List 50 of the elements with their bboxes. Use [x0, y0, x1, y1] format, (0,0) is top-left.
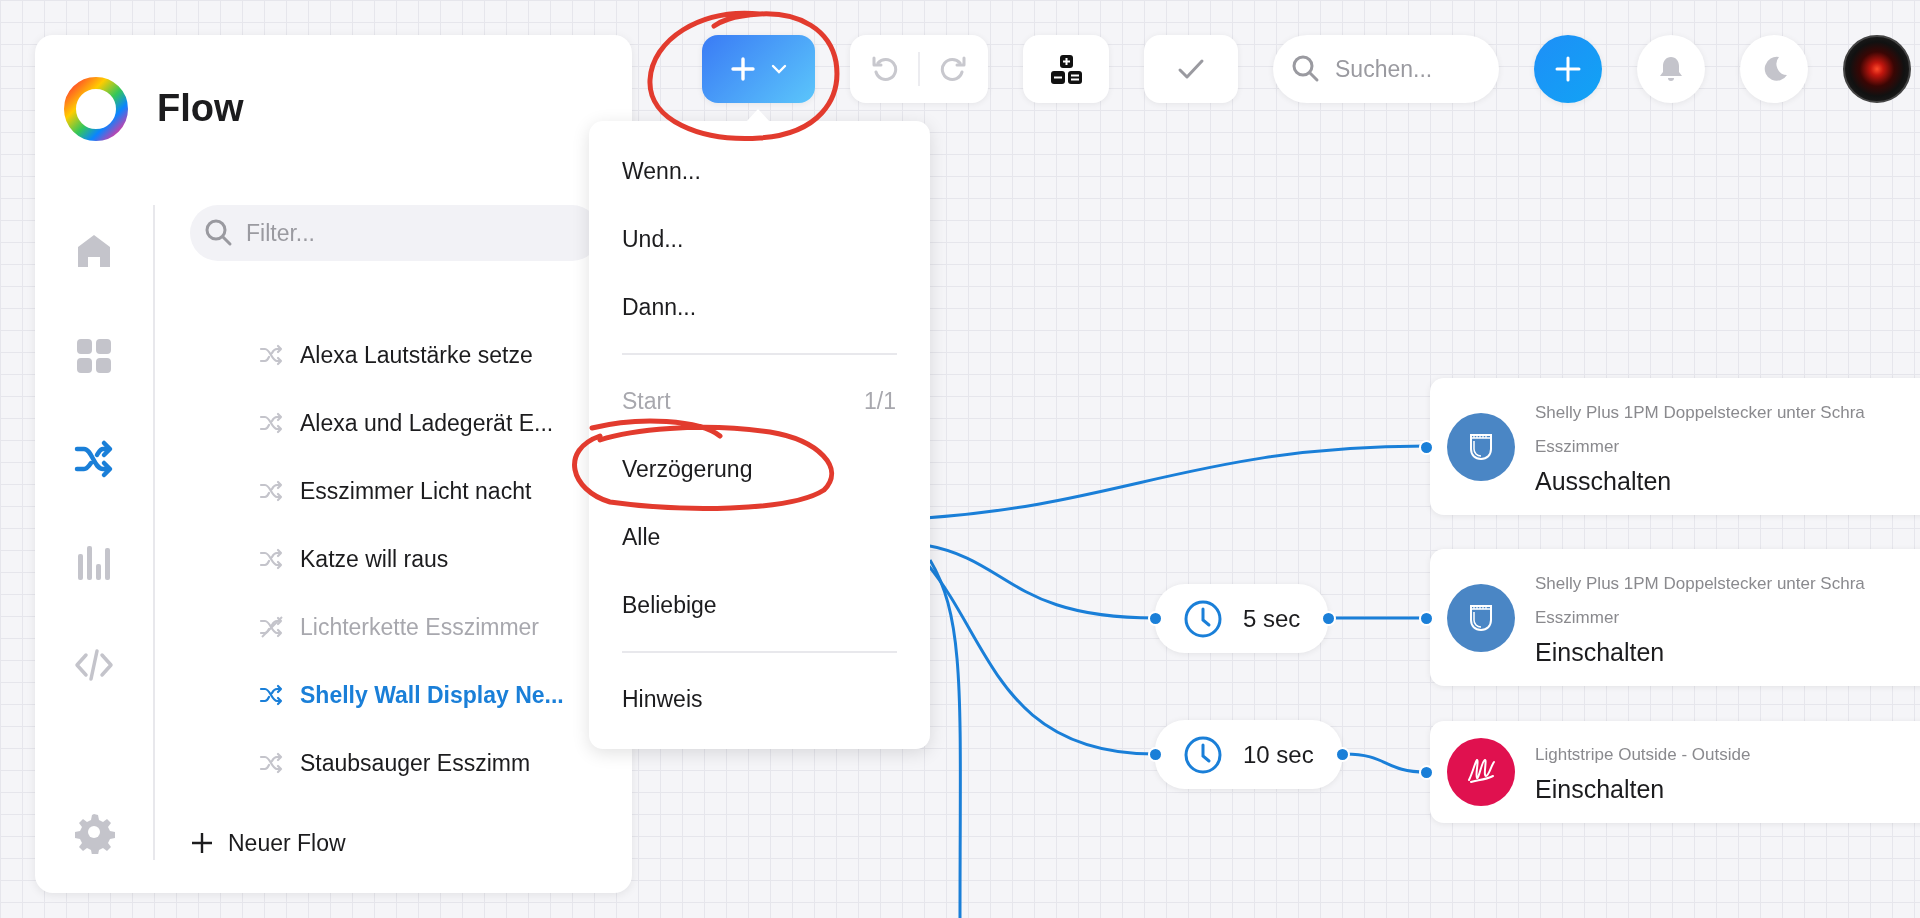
zone-name: Esszimmer [1535, 435, 1621, 458]
action-card[interactable]: Shelly Plus 1PM Doppelstecker unter Schra Esszimmer Ausschalten [1430, 378, 1920, 515]
action-card[interactable]: Lightstripe Outside - Outside Einschalten [1430, 721, 1920, 823]
logo-icon [62, 74, 130, 143]
flow-list-item[interactable]: Katze will raus [190, 525, 449, 593]
plus-icon [1554, 55, 1582, 83]
search-icon [204, 218, 234, 248]
delay-node[interactable]: 5 sec [1155, 584, 1329, 653]
new-flow-button[interactable]: Neuer Flow [190, 825, 632, 860]
menu-item[interactable]: Und... [622, 221, 684, 257]
redo-icon [940, 55, 968, 83]
menu-item[interactable]: Wenn... [622, 153, 701, 189]
device-name: Lightstripe Outside - Outside [1535, 744, 1751, 766]
add-dropdown-button[interactable] [702, 35, 815, 103]
undo-icon [870, 55, 898, 83]
bell-icon [1657, 54, 1685, 84]
action-label: Einschalten [1535, 774, 1666, 805]
menu-item: Start [622, 386, 671, 416]
delay-label: 5 sec [1243, 603, 1301, 634]
search-icon [1291, 54, 1321, 84]
menu-item[interactable]: Hinweis [622, 681, 703, 717]
menu-item[interactable]: Verzögerung [622, 451, 753, 487]
menu-item[interactable]: Dann... [622, 289, 697, 325]
menu-item-count: 1/1 [864, 386, 896, 416]
plus-icon [190, 830, 214, 855]
action-card[interactable]: Shelly Plus 1PM Doppelstecker unter Schra Esszimmer Einschalten [1430, 549, 1920, 686]
calculator-button[interactable] [1023, 35, 1109, 103]
flow-list-item[interactable]: Shelly Wall Display Ne... [190, 661, 564, 729]
clock-icon [1183, 734, 1223, 775]
app-title: Flow [157, 86, 244, 131]
clock-icon [1183, 598, 1223, 639]
action-label: Ausschalten [1535, 465, 1673, 497]
search-field[interactable]: Suchen... [1273, 35, 1499, 103]
action-label: Einschalten [1535, 636, 1666, 668]
search-input[interactable]: Suchen... [1333, 35, 1483, 103]
delay-node[interactable]: 10 sec [1155, 720, 1342, 789]
flow-list-item[interactable]: Esszimmer Licht nacht [190, 457, 532, 525]
device-name: Shelly Plus 1PM Doppelstecker unter Schra [1535, 401, 1865, 424]
zone-name: Esszimmer [1535, 606, 1621, 629]
flow-list-item[interactable]: Alexa und Ladegerät E... [190, 389, 554, 457]
menu-item[interactable]: Alle [622, 519, 661, 555]
delay-label: 10 sec [1243, 739, 1314, 770]
shuffle-icon [258, 614, 286, 640]
calculator-icon [1050, 54, 1082, 84]
filter-input[interactable]: Filter... [244, 205, 544, 261]
device-name: Shelly Plus 1PM Doppelstecker unter Schra [1535, 572, 1865, 595]
plus-icon [729, 56, 756, 82]
flow-list-item[interactable]: Staubsauger Esszimm [190, 729, 531, 797]
menu-item[interactable]: Beliebige [622, 587, 717, 623]
flow-list-item[interactable]: Alexa Lautstärke setze [190, 321, 533, 389]
